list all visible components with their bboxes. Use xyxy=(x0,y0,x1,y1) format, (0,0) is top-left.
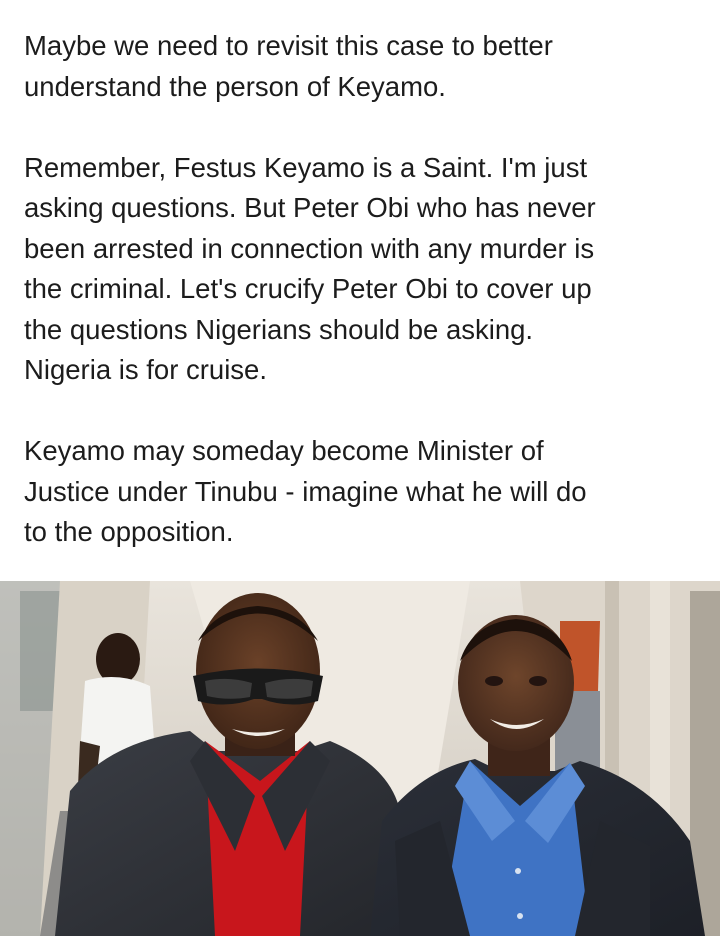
text-line: the questions Nigerians should be asking… xyxy=(24,313,534,345)
text-line: to the opposition. xyxy=(24,516,234,547)
text-line: Keyamo may someday become Minister of xyxy=(24,435,544,466)
text-line: Nigeria is for cruise. xyxy=(24,354,267,385)
post-paragraph-3: Keyamo may someday become Minister of Ju… xyxy=(24,431,704,553)
post-photo[interactable] xyxy=(0,581,720,936)
text-line: asking questions. But Peter Obi who has … xyxy=(24,192,596,223)
text-line: Remember, Festus Keyamo is a Saint. I'm … xyxy=(24,151,588,183)
post-container: Maybe we need to revisit this case to be… xyxy=(0,0,720,936)
text-line: the criminal. Let's crucify Peter Obi to… xyxy=(24,273,592,304)
post-paragraph-2: Remember, Festus Keyamo is a Saint. I'm … xyxy=(24,148,704,391)
post-text: Maybe we need to revisit this case to be… xyxy=(24,26,704,553)
post-paragraph-1: Maybe we need to revisit this case to be… xyxy=(24,26,704,107)
text-line: understand the person of Keyamo. xyxy=(24,70,446,102)
text-line: Maybe we need to revisit this case to be… xyxy=(24,30,553,61)
text-line: been arrested in connection with any mur… xyxy=(24,232,595,264)
text-line: Justice under Tinubu - imagine what he w… xyxy=(24,475,587,507)
photo-illustration xyxy=(0,581,720,936)
